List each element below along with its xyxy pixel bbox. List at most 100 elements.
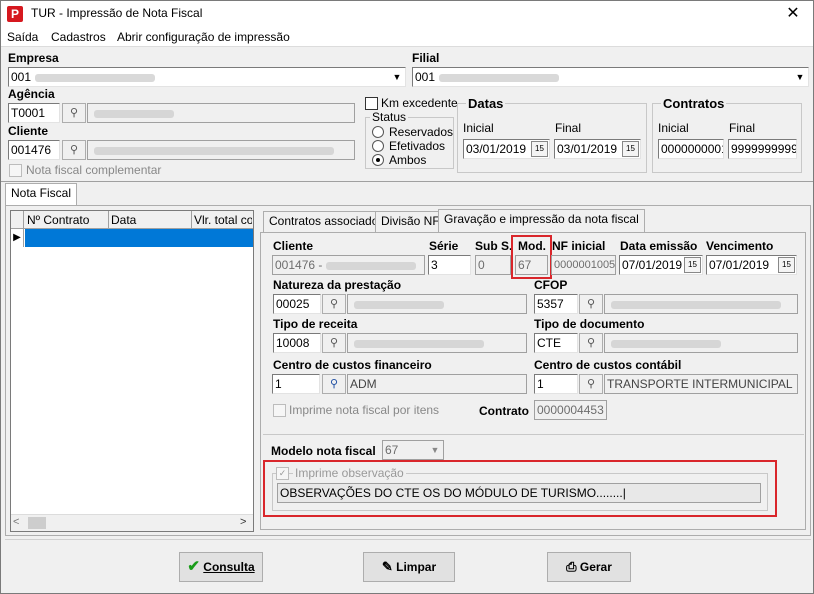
menu-abrir-config[interactable]: Abrir configuração de impressão	[117, 30, 290, 44]
agencia-input[interactable]: T0001	[8, 103, 60, 123]
km-excedente-checkbox[interactable]	[365, 97, 378, 110]
grid-col-vlr-total[interactable]: Vlr. total cor	[194, 213, 252, 227]
tab-divisao-nf[interactable]: Divisão NF	[375, 211, 446, 232]
printer-icon: ⎙	[566, 559, 577, 574]
serie-input[interactable]: 3	[428, 255, 471, 275]
imprime-observacao-label: Imprime observação	[293, 466, 406, 480]
calendar-icon[interactable]: 15	[684, 257, 701, 273]
binoculars-icon[interactable]: ⚲	[579, 374, 603, 394]
check-icon: ✔	[187, 558, 200, 575]
consulta-label: Consulta	[203, 560, 255, 574]
data-emissao-label: Data emissão	[620, 239, 698, 253]
empresa-label: Empresa	[8, 51, 59, 65]
close-button[interactable]: ✕	[773, 1, 813, 27]
filial-code: 001	[415, 70, 436, 84]
highlight-box-mod	[511, 235, 552, 279]
grid-col-contrato[interactable]: Nº Contrato	[27, 213, 89, 227]
gerar-button[interactable]: ⎙ Gerar	[547, 552, 631, 582]
grid-col-divider	[191, 211, 192, 229]
cfop-input[interactable]: 5357	[534, 294, 578, 314]
cliente-input[interactable]: 001476	[8, 140, 60, 160]
km-excedente-label: Km excedente	[381, 96, 458, 110]
binoculars-icon[interactable]: ⚲	[322, 333, 346, 353]
datas-inicial-value: 03/01/2019	[466, 142, 527, 156]
natureza-input[interactable]: 00025	[273, 294, 321, 314]
modelo-select: 67 ▼	[382, 440, 444, 460]
binoculars-icon[interactable]: ⚲	[579, 294, 603, 314]
form-cliente-label: Cliente	[273, 239, 314, 253]
calendar-icon[interactable]: 15	[531, 141, 548, 157]
binoculars-icon[interactable]: ⚲	[62, 140, 86, 160]
tipo-receita-input[interactable]: 10008	[273, 333, 321, 353]
limpar-label: Limpar	[396, 560, 437, 574]
imprime-observacao-checkbox[interactable]: ✓	[276, 467, 289, 480]
ccf-label: Centro de custos financeiro	[273, 358, 432, 372]
tab-contratos-associados[interactable]: Contratos associados	[263, 211, 391, 232]
calendar-icon[interactable]: 15	[622, 141, 639, 157]
contratos-inicial-input[interactable]: 0000000001	[658, 139, 724, 159]
menu-saida[interactable]: Saída	[7, 30, 38, 44]
contratos-final-input[interactable]: 9999999999	[728, 139, 797, 159]
status-reservados-radio[interactable]	[372, 126, 384, 138]
scroll-thumb[interactable]	[28, 517, 46, 529]
agencia-label: Agência	[8, 87, 55, 101]
chevron-down-icon[interactable]: ▼	[792, 68, 808, 86]
nf-complementar-checkbox[interactable]	[9, 164, 22, 177]
cfop-label: CFOP	[534, 278, 568, 292]
contratos-inicial-label: Inicial	[658, 121, 689, 135]
limpar-button[interactable]: ✎ Limpar	[363, 552, 455, 582]
datas-final-value: 03/01/2019	[557, 142, 618, 156]
title-bar: P TUR - Impressão de Nota Fiscal ✕	[1, 1, 813, 27]
status-efetivados-radio[interactable]	[372, 140, 384, 152]
tab-nota-fiscal[interactable]: Nota Fiscal	[5, 183, 78, 206]
datas-final-input[interactable]: 03/01/2019 15	[554, 139, 641, 159]
menu-cadastros[interactable]: Cadastros	[51, 30, 106, 44]
observacao-input[interactable]: OBSERVAÇÕES DO CTE OS DO MÓDULO DE TURIS…	[277, 483, 761, 503]
consulta-button[interactable]: ✔ Consulta	[179, 552, 263, 582]
binoculars-icon[interactable]: ⚲	[579, 333, 603, 353]
datas-group: Datas	[457, 96, 647, 173]
data-emissao-input[interactable]: 07/01/2019 15	[619, 255, 703, 275]
app-logo-icon: P	[7, 6, 23, 22]
form-cliente-field: 001476 -	[272, 255, 425, 275]
scroll-left-icon[interactable]: <	[13, 516, 19, 528]
tipo-documento-input[interactable]: CTE	[534, 333, 578, 353]
cliente-desc	[87, 140, 355, 160]
contratos-group: Contratos	[652, 96, 802, 173]
divider	[5, 539, 811, 540]
form-cliente-value: 001476 -	[275, 258, 323, 272]
data-emissao-value: 07/01/2019	[622, 258, 683, 272]
horizontal-scrollbar[interactable]: < >	[11, 514, 253, 531]
binoculars-icon[interactable]: ⚲	[62, 103, 86, 123]
datas-inicial-input[interactable]: 03/01/2019 15	[463, 139, 550, 159]
vencimento-label: Vencimento	[706, 239, 774, 253]
divider	[1, 181, 813, 182]
modelo-value: 67	[385, 443, 399, 457]
ccc-input[interactable]: 1	[534, 374, 578, 394]
filial-label: Filial	[412, 51, 440, 65]
ccf-input[interactable]: 1	[272, 374, 320, 394]
binoculars-icon[interactable]: ⚲	[322, 374, 346, 394]
ccc-label: Centro de custos contábil	[534, 358, 682, 372]
grid-col-data[interactable]: Data	[111, 213, 136, 227]
calendar-icon[interactable]: 15	[778, 257, 795, 273]
scroll-right-icon[interactable]: >	[240, 516, 246, 528]
datas-inicial-label: Inicial	[463, 121, 494, 135]
chevron-down-icon: ▼	[427, 441, 443, 459]
grid-col-divider	[108, 211, 109, 229]
main-window: P TUR - Impressão de Nota Fiscal ✕ Saída…	[0, 0, 814, 594]
vencimento-input[interactable]: 07/01/2019 15	[706, 255, 797, 275]
empresa-select[interactable]: 001 ▼	[8, 67, 406, 87]
imprime-itens-checkbox[interactable]	[273, 404, 286, 417]
contratos-final-label: Final	[729, 121, 756, 135]
tab-gravacao-impressao[interactable]: Gravação e impressão da nota fiscal	[438, 209, 645, 232]
datas-final-label: Final	[555, 121, 582, 135]
chevron-down-icon[interactable]: ▼	[389, 68, 405, 86]
ccc-desc: TRANSPORTE INTERMUNICIPAL	[604, 374, 798, 394]
status-ambos-radio[interactable]	[372, 154, 384, 166]
status-ambos-label: Ambos	[389, 153, 427, 167]
binoculars-icon[interactable]: ⚲	[322, 294, 346, 314]
contrato-input: 0000004453	[534, 400, 607, 420]
filial-select[interactable]: 001 ▼	[412, 67, 809, 87]
table-row-selected[interactable]	[25, 229, 253, 247]
